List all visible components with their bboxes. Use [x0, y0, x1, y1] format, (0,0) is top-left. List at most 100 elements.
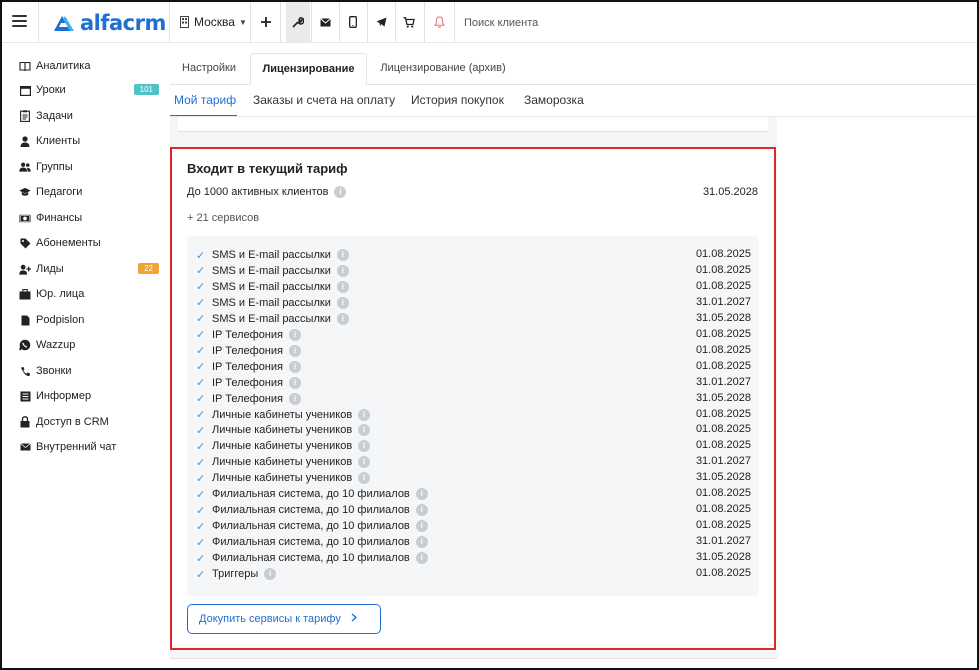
hamburger-icon[interactable] — [12, 15, 27, 27]
sidebar-item-label: Podpislon — [36, 314, 85, 326]
service-name: IP Телефония — [212, 328, 283, 341]
sidebar-item-label: Аналитика — [36, 60, 91, 72]
sidebar-item[interactable]: Podpislon — [19, 310, 159, 330]
service-name: Личные кабинеты учеников — [212, 440, 353, 453]
tab-purchase-history[interactable]: История покупок — [411, 93, 504, 117]
service-date: 01.08.2025 — [695, 407, 751, 420]
tab-licensing[interactable]: Лицензирование — [250, 53, 367, 85]
check-icon: ✓ — [196, 440, 206, 453]
info-icon[interactable]: i — [336, 264, 349, 277]
info-icon[interactable]: i — [358, 408, 371, 421]
sidebar-item-label: Юр. лица — [36, 288, 85, 300]
service-date: 31.01.2027 — [695, 295, 751, 308]
service-name: SMS и E-mail рассылки — [212, 280, 331, 293]
buy-services-button[interactable]: Докупить сервисы к тарифу — [187, 604, 381, 634]
service-name: Личные кабинеты учеников — [212, 456, 353, 469]
divider — [367, 2, 368, 42]
sidebar-item[interactable]: Уроки 101 — [19, 80, 159, 100]
tab-licensing-archive[interactable]: Лицензирование (архив) — [374, 53, 512, 85]
info-icon[interactable]: i — [358, 472, 371, 485]
tab-settings[interactable]: Настройки — [170, 53, 248, 85]
service-date: 01.08.2025 — [695, 327, 751, 340]
sidebar-item[interactable]: Финансы — [19, 208, 159, 228]
service-date: 01.08.2025 — [695, 439, 751, 452]
mail-icon[interactable] — [316, 13, 334, 31]
info-icon[interactable]: i — [288, 328, 301, 341]
sidebar-item[interactable]: Юр. лица — [19, 284, 159, 304]
divider — [280, 2, 281, 42]
sidebar-item[interactable]: Абонементы — [19, 233, 159, 253]
service-date: 01.08.2025 — [695, 279, 751, 292]
sidebar-item[interactable]: Группы — [19, 157, 159, 177]
sidebar-item[interactable]: Звонки — [19, 361, 159, 381]
info-icon[interactable]: i — [415, 520, 428, 533]
tab-freeze[interactable]: Заморозка — [524, 93, 584, 117]
count-badge: 101 — [133, 84, 159, 95]
info-icon[interactable]: i — [358, 424, 371, 437]
check-icon: ✓ — [196, 345, 206, 358]
divider — [311, 2, 312, 42]
service-name: IP Телефония — [212, 360, 283, 373]
service-row: ✓ SMS и E-mail рассылки i 01.08.2025 — [196, 263, 751, 279]
info-icon[interactable]: i — [336, 296, 349, 309]
service-row: ✓ Триггеры i 01.08.2025 — [196, 566, 751, 582]
sidebar-item[interactable]: Информер — [19, 386, 159, 406]
info-icon[interactable]: i — [334, 186, 347, 198]
check-icon: ✓ — [196, 393, 206, 406]
info-icon[interactable]: i — [288, 360, 301, 373]
sidebar-item[interactable]: Лиды 22 — [19, 259, 159, 279]
sidebar-item[interactable]: Клиенты — [19, 131, 159, 151]
sidebar-item-label: Клиенты — [36, 135, 81, 147]
service-row: ✓ Личные кабинеты учеников i 01.08.2025 — [196, 438, 751, 454]
info-icon[interactable]: i — [415, 536, 428, 549]
info-icon[interactable]: i — [288, 376, 301, 389]
info-icon[interactable]: i — [415, 552, 428, 565]
bell-icon[interactable] — [430, 13, 448, 31]
service-date: 31.01.2027 — [695, 535, 751, 548]
top-bar: alfacrm Москва ▼ Поиск клиента — [2, 2, 977, 43]
divider — [339, 2, 340, 42]
city-selector[interactable]: Москва ▼ — [179, 15, 247, 29]
service-row: ✓ IP Телефония i 01.08.2025 — [196, 327, 751, 343]
telegram-icon[interactable] — [372, 13, 390, 31]
service-name: SMS и E-mail рассылки — [212, 312, 331, 325]
cart-icon[interactable] — [400, 13, 418, 31]
whatsapp-icon — [19, 339, 31, 351]
sidebar-item-label: Педагоги — [36, 186, 83, 198]
card-title: Входит в текущий тариф — [187, 161, 348, 176]
phone-icon[interactable] — [344, 13, 362, 31]
tab-my-plan[interactable]: Мой тариф — [170, 93, 237, 117]
info-icon[interactable]: i — [336, 312, 349, 325]
info-icon[interactable]: i — [264, 568, 277, 580]
info-icon[interactable]: i — [358, 440, 371, 453]
check-icon: ✓ — [196, 536, 206, 549]
info-icon[interactable]: i — [288, 392, 301, 405]
service-row: ✓ Личные кабинеты учеников i 31.01.2027 — [196, 454, 751, 470]
service-date: 01.08.2025 — [695, 423, 751, 436]
sidebar-item-label: Лиды — [36, 263, 64, 275]
service-row: ✓ IP Телефония i 31.01.2027 — [196, 375, 751, 391]
info-icon[interactable]: i — [415, 504, 428, 517]
phone-handset-icon — [19, 365, 31, 377]
info-icon[interactable]: i — [336, 249, 349, 261]
calendar-icon — [19, 84, 31, 96]
info-icon[interactable]: i — [336, 280, 349, 293]
sidebar-item[interactable]: Аналитика — [19, 56, 159, 76]
service-row: ✓ SMS и E-mail рассылки i 31.05.2028 — [196, 311, 751, 327]
sidebar-item[interactable]: Доступ в CRM — [19, 412, 159, 432]
divider — [38, 2, 39, 42]
sidebar-item-label: Звонки — [36, 365, 72, 377]
sidebar-item[interactable]: Задачи — [19, 106, 159, 126]
info-icon[interactable]: i — [358, 456, 371, 469]
info-icon[interactable]: i — [415, 488, 428, 501]
service-date: 31.05.2028 — [695, 551, 751, 564]
tab-orders-invoices[interactable]: Заказы и счета на оплату — [253, 93, 395, 117]
plus-icon[interactable] — [257, 13, 275, 31]
search-input[interactable]: Поиск клиента — [464, 17, 538, 29]
logo[interactable]: alfacrm — [52, 11, 166, 35]
wrench-icon[interactable] — [286, 2, 310, 42]
sidebar-item[interactable]: Педагоги — [19, 182, 159, 202]
info-icon[interactable]: i — [288, 344, 301, 357]
sidebar-item[interactable]: Внутренний чат — [19, 437, 159, 457]
sidebar-item[interactable]: Wazzup — [19, 335, 159, 355]
